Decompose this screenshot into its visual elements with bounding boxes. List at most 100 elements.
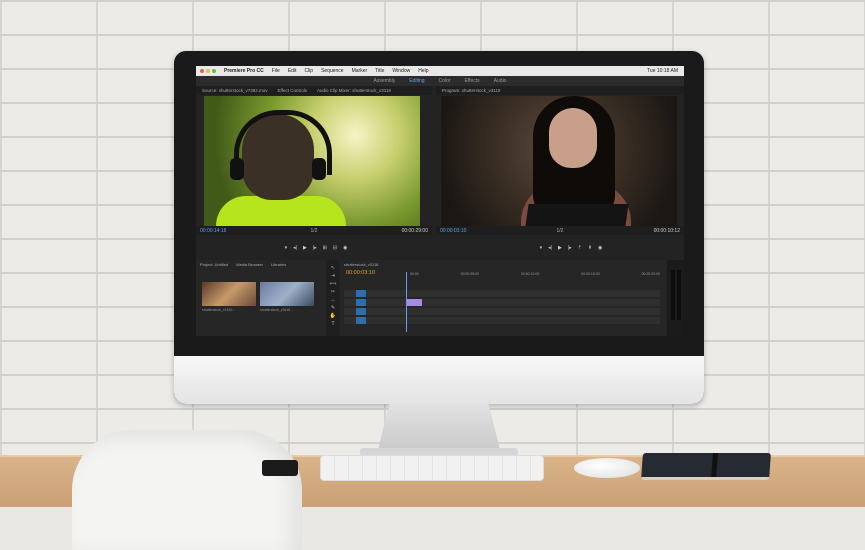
menu-sequence[interactable]: Sequence [321,68,344,74]
workspace-audio[interactable]: Audio [494,78,507,84]
headphone-earcup-right [312,158,326,180]
tab-effect-controls[interactable]: Effect Controls [278,88,307,93]
ruler-tick: 00:00:20:00 [641,272,660,276]
source-monitor-tabs: Source: shutterstock_v7382.mov Effect Co… [196,86,432,95]
source-transport-controls: ▾ ◂| ▶ |▸ ⊞ ⊟ ◉ [236,242,396,254]
menu-marker[interactable]: Marker [352,68,368,74]
program-step-back-icon[interactable]: ◂| [548,245,552,251]
tablet [525,204,629,226]
tab-media-browser[interactable]: Media Browser [236,262,263,267]
menu-edit[interactable]: Edit [288,68,297,74]
zoom-icon[interactable] [212,69,216,73]
minimize-icon[interactable] [206,69,210,73]
source-timebar: 00:00:14:18 1/2 00:00:29:00 [196,226,432,235]
workspace-effects[interactable]: Effects [464,78,479,84]
type-tool-icon[interactable]: T [327,320,339,328]
tab-project[interactable]: Project: Untitled [200,262,228,267]
project-panel: Project: Untitled Media Browser Librarie… [196,260,326,336]
timeline-track[interactable] [344,317,660,324]
tab-program[interactable]: Program: shutterstock_v3118 [442,88,500,93]
selection-tool-icon[interactable]: ↖ [327,264,339,272]
tab-sequence[interactable]: shutterstock_v3118 [344,262,378,267]
tab-libraries[interactable]: Libraries [271,262,286,267]
export-frame-icon[interactable]: ◉ [343,245,347,251]
audio-meter-right [677,270,681,320]
menu-file[interactable]: File [272,68,280,74]
program-timebar: 00:00:03:10 1/2 00:00:10:12 [436,226,684,235]
workspace-editing[interactable]: Editing [409,78,424,84]
track-target-button[interactable] [356,317,366,324]
menu-clock: Tue 10:18 AM [647,68,678,74]
program-transport-controls: ▾ ◂| ▶ |▸ ⇡ ⇞ ◉ [486,242,656,254]
window-controls[interactable] [200,69,216,73]
source-timecode-duration: 00:00:29:00 [401,227,428,234]
pen-tool-icon[interactable]: ✎ [327,304,339,312]
tools-panel: ↖ ⇥ ⟺ ✂ ↔ ✎ ✋ T [327,260,339,336]
timeline-track[interactable] [344,290,660,297]
woman-face [549,108,597,168]
timeline-track[interactable] [344,308,660,315]
menu-title[interactable]: Title [375,68,384,74]
keyboard [320,455,544,481]
workspace-assembly[interactable]: Assembly [374,78,396,84]
hand-tool-icon[interactable]: ✋ [327,312,339,320]
project-panel-tabs: Project: Untitled Media Browser Librarie… [196,260,326,269]
track-target-button[interactable] [356,290,366,297]
timeline-timecode[interactable]: 00:00:03:10 [346,270,375,276]
menu-window[interactable]: Window [392,68,410,74]
program-video-frame[interactable] [441,96,677,226]
headphone-earcup-left [230,158,244,180]
smartphone [262,460,298,476]
track-select-icon[interactable]: ⇥ [327,272,339,280]
ripple-edit-icon[interactable]: ⟺ [327,280,339,288]
monitor-stand [377,404,501,454]
project-thumbnail[interactable] [260,282,314,306]
app-name[interactable]: Premiere Pro CC [224,68,264,74]
menu-bar: Premiere Pro CC File Edit Clip Sequence … [196,66,684,76]
tab-source[interactable]: Source: shutterstock_v7382.mov [202,88,268,93]
timeline-track[interactable] [344,299,660,306]
screen: Premiere Pro CC File Edit Clip Sequence … [196,66,684,336]
track-target-button[interactable] [356,299,366,306]
extract-icon[interactable]: ⇞ [588,245,592,251]
notebook-band [711,453,718,477]
notebook [641,453,771,480]
program-mark-in-icon[interactable]: ▾ [540,245,543,251]
step-back-icon[interactable]: ◂| [293,245,297,251]
white-chair [72,430,302,550]
source-video-frame[interactable] [204,96,420,226]
mark-in-icon[interactable]: ▾ [285,245,288,251]
play-icon[interactable]: ▶ [303,245,307,251]
project-thumbnail[interactable] [202,282,256,306]
razor-tool-icon[interactable]: ✂ [327,288,339,296]
timeline-ruler[interactable]: 00:00 00:00:05:00 00:00:10:00 00:00:15:0… [410,272,660,278]
program-fit[interactable]: 1/2 [557,228,564,234]
source-timecode-current[interactable]: 00:00:14:18 [200,228,226,234]
close-icon[interactable] [200,69,204,73]
ruler-tick: 00:00:05:00 [460,272,480,276]
program-timecode-current[interactable]: 00:00:03:10 [440,228,466,234]
step-forward-icon[interactable]: |▸ [313,245,317,251]
program-play-icon[interactable]: ▶ [558,245,562,251]
timeline-playhead[interactable] [406,272,407,332]
monitor-chin [174,356,704,404]
workspace-color[interactable]: Color [439,78,451,84]
overwrite-icon[interactable]: ⊟ [333,245,337,251]
source-fit[interactable]: 1/2 [311,228,318,234]
program-monitor-tabs: Program: shutterstock_v3118 [436,86,684,95]
audio-meters [667,260,684,336]
menu-help[interactable]: Help [418,68,428,74]
project-item-label: shutterstock_v3118... [260,308,294,312]
video-clip[interactable] [406,299,422,306]
tab-audio-clip-mixer[interactable]: Audio Clip Mixer: shutterstock_v3118 [317,88,391,93]
lift-icon[interactable]: ⇡ [578,245,582,251]
workspace-bar: Assembly Editing Color Effects Audio [196,76,684,86]
slip-tool-icon[interactable]: ↔ [327,296,339,304]
menu-clip[interactable]: Clip [304,68,313,74]
program-export-frame-icon[interactable]: ◉ [598,245,602,251]
track-target-button[interactable] [356,308,366,315]
ruler-tick: 00:00:15:00 [581,272,600,276]
insert-icon[interactable]: ⊞ [323,245,327,251]
project-item-label: shutterstock_v1320... [202,308,236,312]
program-step-forward-icon[interactable]: |▸ [568,245,572,251]
